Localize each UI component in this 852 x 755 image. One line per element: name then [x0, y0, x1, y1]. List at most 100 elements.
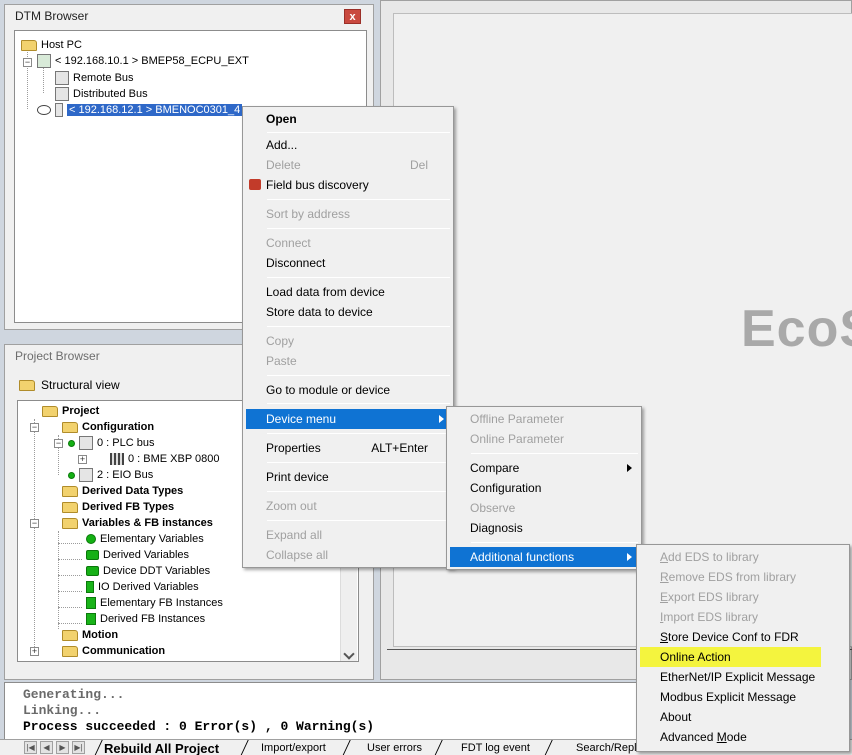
tree-connector [58, 531, 59, 629]
menu-item-label: Device menu [266, 412, 337, 426]
tree-node-remote-bus[interactable]: Remote Bus [55, 70, 134, 86]
menu-item-add[interactable]: Add... [246, 135, 450, 155]
tree-node-derived-fb-types[interactable]: Derived FB Types [62, 499, 174, 515]
tab-fdt-log-event[interactable]: FDT log event [461, 741, 530, 755]
menu-item-compare[interactable]: Compare [450, 458, 638, 478]
tree-connector [58, 591, 82, 592]
menu-item-observe[interactable]: Observe [450, 498, 638, 518]
tree-node-derived-fb-instances[interactable]: Derived FB Instances [86, 611, 205, 627]
menu-item-zoom-out[interactable]: Zoom out [246, 496, 450, 516]
tree-node-derived-data-types[interactable]: Derived Data Types [62, 483, 183, 499]
tree-connector [58, 575, 82, 576]
menu-item-connect[interactable]: Connect [246, 233, 450, 253]
tree-node-eio-bus[interactable]: 2 : EIO Bus [68, 467, 153, 483]
menu-item-additional-functions[interactable]: Additional functions [450, 547, 638, 567]
menu-item-diagnosis[interactable]: Diagnosis [450, 518, 638, 538]
expand-toggle[interactable]: + [30, 647, 39, 656]
tree-node-communication[interactable]: Communication [62, 643, 165, 659]
menu-item-modbus-message[interactable]: Modbus Explicit Message [640, 687, 846, 707]
plc-device-icon [37, 54, 51, 69]
menu-item-copy[interactable]: Copy [246, 331, 450, 351]
menu-item-online-parameter[interactable]: Online Parameter [450, 429, 638, 449]
menu-item-expand-all[interactable]: Expand all [246, 525, 450, 545]
menu-item-advanced-mode[interactable]: Advanced Mode [640, 727, 846, 747]
menu-item-device-menu[interactable]: Device menu [246, 409, 450, 429]
tree-node-label: Elementary Variables [100, 533, 204, 545]
tree-node-label: Derived FB Instances [100, 613, 206, 625]
menu-item-go-to-module[interactable]: Go to module or device [246, 380, 450, 400]
chevron-down-icon[interactable] [343, 648, 355, 660]
menu-item-add-eds[interactable]: Add EDS to library [640, 547, 846, 567]
menu-separator [267, 520, 450, 521]
menu-item-offline-parameter[interactable]: Offline Parameter [450, 409, 638, 429]
view-selector[interactable]: Structural view [19, 375, 120, 395]
tree-node-io-derived-variables[interactable]: IO Derived Variables [86, 579, 199, 595]
tree-node-variables-fb[interactable]: Variables & FB instances [62, 515, 213, 531]
menu-item-online-action[interactable]: Online Action [640, 647, 821, 667]
menu-item-label: Field bus discovery [266, 178, 369, 192]
tree-node-cpu[interactable]: < 192.168.10.1 > BMEP58_ECPU_EXT [37, 53, 249, 69]
menu-item-export-eds[interactable]: Export EDS library [640, 587, 846, 607]
close-button[interactable]: x [344, 9, 361, 24]
menu-item-label: xport EDS library [668, 590, 759, 604]
first-tab-button[interactable]: |◀ [24, 741, 37, 754]
tree-node-device-ddt-variables[interactable]: Device DDT Variables [86, 563, 210, 579]
folder-icon [62, 421, 78, 433]
tree-node-elementary-fb-instances[interactable]: Elementary FB Instances [86, 595, 223, 611]
splash-logo-text: EcoS [741, 300, 852, 358]
menu-item-delete[interactable]: Delete Del [246, 155, 450, 175]
menu-item-store-data[interactable]: Store data to device [246, 302, 450, 322]
tree-node-label: Distributed Bus [73, 88, 148, 100]
tree-node-plc-bus[interactable]: 0 : PLC bus [68, 435, 154, 451]
menu-separator [471, 542, 638, 543]
menu-item-shortcut: Del [409, 158, 428, 172]
tree-node-configuration[interactable]: Configuration [62, 419, 154, 435]
additional-functions-submenu: Add EDS to library Remove EDS from libra… [636, 544, 850, 752]
tree-node-derived-variables[interactable]: Derived Variables [86, 547, 189, 563]
tree-node-elementary-variables[interactable]: Elementary Variables [86, 531, 204, 547]
menu-item-sort-by-address[interactable]: Sort by address [246, 204, 450, 224]
tree-node-distributed-bus[interactable]: Distributed Bus [55, 86, 148, 102]
tree-node-noc[interactable]: < 192.168.12.1 > BMENOC0301_4 [37, 102, 243, 118]
menu-item-paste[interactable]: Paste [246, 351, 450, 371]
menu-item-import-eds[interactable]: Import EDS library [640, 607, 846, 627]
collapse-toggle[interactable]: − [30, 423, 39, 432]
menu-item-properties[interactable]: Properties ALT+Enter [246, 438, 450, 458]
menu-item-configuration[interactable]: Configuration [450, 478, 638, 498]
collapse-toggle[interactable]: − [23, 58, 32, 67]
tab-import-export[interactable]: Import/export [261, 741, 326, 755]
tree-node-host-pc[interactable]: Host PC [21, 37, 82, 53]
menu-item-field-bus-discovery[interactable]: Field bus discovery [246, 175, 450, 195]
menu-item-label: emove EDS from library [668, 570, 797, 584]
tree-node-motion[interactable]: Motion [62, 627, 118, 643]
collapse-toggle[interactable]: − [54, 439, 63, 448]
last-tab-button[interactable]: ▶| [72, 741, 85, 754]
network-icon [37, 105, 51, 116]
tab-rebuild-all-project[interactable]: Rebuild All Project [104, 741, 219, 755]
tree-node-bme-xbp[interactable]: 0 : BME XBP 0800 [110, 451, 220, 467]
menu-item-load-data[interactable]: Load data from device [246, 282, 450, 302]
green-block-icon [86, 566, 99, 577]
prev-tab-button[interactable]: ◀ [40, 741, 53, 754]
tree-node-label: Motion [82, 629, 119, 641]
menu-item-open[interactable]: Open [246, 109, 450, 129]
folder-icon [62, 517, 78, 529]
expand-toggle[interactable]: + [78, 455, 87, 464]
tree-node-project[interactable]: Project [42, 403, 99, 419]
tree-node-label: < 192.168.12.1 > BMENOC0301_4 [67, 104, 243, 116]
menu-separator [267, 199, 450, 200]
submenu-arrow-icon [627, 464, 632, 472]
folder-icon [62, 645, 78, 657]
menu-item-print-device[interactable]: Print device [246, 467, 450, 487]
menu-item-disconnect[interactable]: Disconnect [246, 253, 450, 273]
menu-item-collapse-all[interactable]: Collapse all [246, 545, 450, 565]
menu-item-remove-eds[interactable]: Remove EDS from library [640, 567, 846, 587]
menu-item-store-device-conf[interactable]: Store Device Conf to FDR [640, 627, 846, 647]
menu-item-about[interactable]: About [640, 707, 846, 727]
collapse-toggle[interactable]: − [30, 519, 39, 528]
menu-item-ethernet-ip-message[interactable]: EtherNet/IP Explicit Message [640, 667, 846, 687]
menu-item-shortcut: ALT+Enter [371, 441, 428, 455]
menu-item-label: dd EDS to library [668, 550, 759, 564]
next-tab-button[interactable]: ▶ [56, 741, 69, 754]
tab-user-errors[interactable]: User errors [367, 741, 422, 755]
